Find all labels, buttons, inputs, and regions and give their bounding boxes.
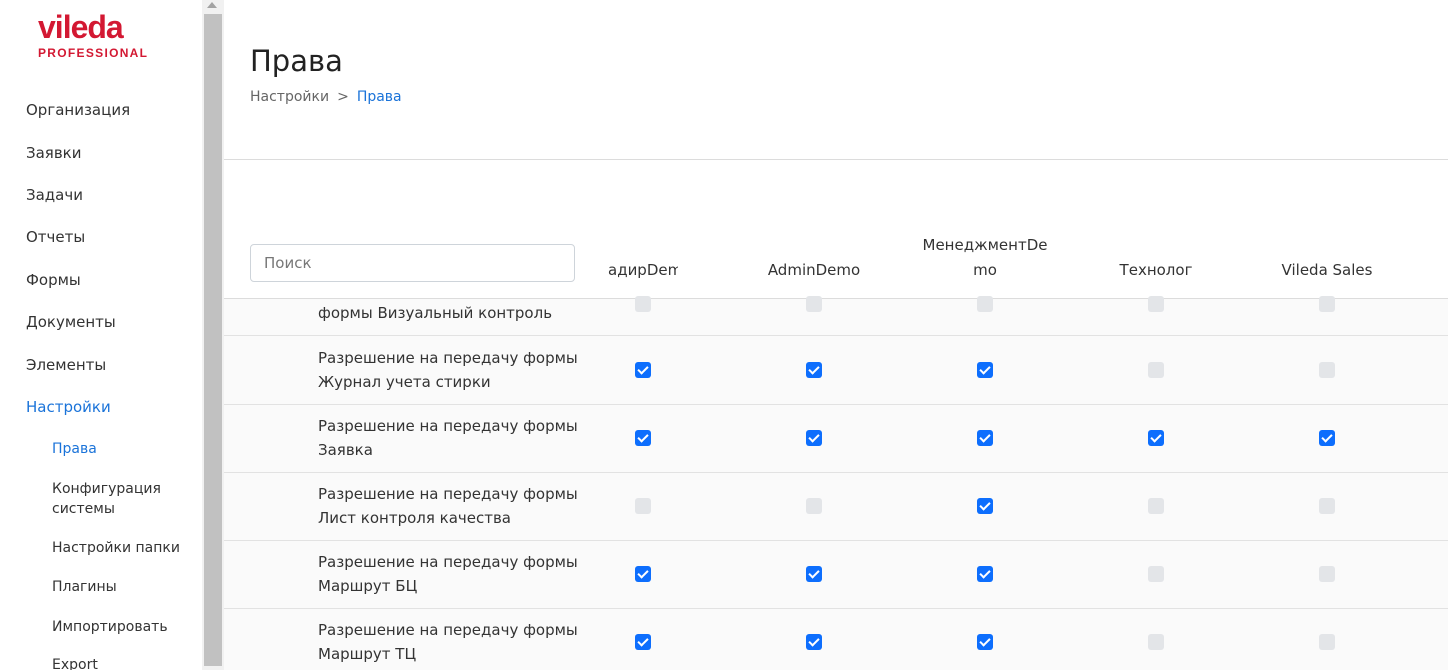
permission-label: Разрешение на передачу формы Лист контро…	[318, 485, 578, 527]
sidebar-item-settings[interactable]: Настройки	[26, 398, 111, 416]
sidebar-item-forms[interactable]: Формы	[26, 271, 81, 289]
sidebar-subitem-rights[interactable]: Права	[52, 439, 192, 459]
permission-label: Разрешение на передачу формы Маршрут БЦ	[318, 553, 578, 595]
logo-brand: vileda	[38, 9, 124, 45]
table-row: формы Визуальный контроль	[224, 296, 1448, 336]
permission-checkbox[interactable]	[806, 566, 822, 582]
column-header-technologist: Технолог	[1119, 261, 1193, 279]
column-header-director-demo: адирDemo	[608, 261, 678, 279]
permission-checkbox[interactable]	[1148, 566, 1164, 582]
permission-checkbox[interactable]	[977, 566, 993, 582]
permission-checkbox[interactable]	[635, 362, 651, 378]
main-content: Права Настройки > Права адирDemo AdminDemo…	[224, 0, 1448, 670]
permission-checkbox[interactable]	[1148, 362, 1164, 378]
sidebar-subitem-system-config[interactable]: Конфигурация системы	[52, 479, 192, 519]
sidebar-item-reports[interactable]: Отчеты	[26, 228, 85, 246]
table-row: Разрешение на передачу формы Маршрут ТЦ	[224, 609, 1448, 670]
breadcrumb-parent[interactable]: Настройки	[250, 89, 329, 105]
search-input[interactable]	[250, 244, 575, 282]
sidebar-item-documents[interactable]: Документы	[26, 313, 116, 331]
permission-checkbox[interactable]	[635, 566, 651, 582]
table-row: Разрешение на передачу формы Лист контро…	[224, 473, 1448, 541]
permission-label: Разрешение на передачу формы Заявка	[318, 417, 578, 459]
logo-sub: PROFESSIONAL	[38, 46, 149, 60]
permission-checkbox[interactable]	[977, 498, 993, 514]
permission-checkbox[interactable]	[1319, 566, 1335, 582]
permission-checkbox[interactable]	[977, 634, 993, 650]
permission-checkbox[interactable]	[1319, 296, 1335, 312]
permission-checkbox[interactable]	[1319, 362, 1335, 378]
sidebar-subitem-export[interactable]: Export	[52, 655, 192, 670]
sidebar-subitem-import[interactable]: Импортировать	[52, 617, 192, 637]
sidebar: vileda PROFESSIONAL Организация Заявки З…	[0, 0, 202, 670]
breadcrumb-separator: >	[337, 89, 349, 105]
permission-checkbox[interactable]	[1148, 430, 1164, 446]
sidebar-subitem-plugins[interactable]: Плагины	[52, 577, 192, 597]
breadcrumb-current: Права	[356, 89, 402, 105]
sidebar-item-elements[interactable]: Элементы	[26, 356, 106, 374]
permission-checkbox[interactable]	[1319, 498, 1335, 514]
vileda-logo[interactable]: vileda PROFESSIONAL	[38, 10, 166, 70]
permission-checkbox[interactable]	[806, 430, 822, 446]
permission-label: Разрешение на передачу формы Маршрут ТЦ	[318, 621, 578, 663]
permission-label: Разрешение на передачу формы Журнал учет…	[318, 349, 578, 391]
page-title: Права	[250, 44, 343, 78]
permission-checkbox[interactable]	[635, 498, 651, 514]
permission-checkbox[interactable]	[635, 634, 651, 650]
table-row: Разрешение на передачу формы Заявка	[224, 405, 1448, 473]
sidebar-item-requests[interactable]: Заявки	[26, 144, 81, 162]
scroll-up-arrow-icon[interactable]	[207, 2, 217, 8]
permission-label: формы Визуальный контроль	[318, 304, 553, 322]
permission-checkbox[interactable]	[806, 362, 822, 378]
table-row: Разрешение на передачу формы Журнал учет…	[224, 336, 1448, 405]
permission-checkbox[interactable]	[977, 430, 993, 446]
table-row: Разрешение на передачу формы Маршрут БЦ	[224, 541, 1448, 609]
permission-checkbox[interactable]	[806, 296, 822, 312]
column-header-admin-demo: AdminDemo	[767, 261, 861, 279]
permission-checkbox[interactable]	[1319, 634, 1335, 650]
permission-checkbox[interactable]	[977, 296, 993, 312]
sidebar-item-organization[interactable]: Организация	[26, 101, 130, 119]
column-header-vileda-sales: Vileda Sales	[1281, 261, 1373, 279]
permission-checkbox[interactable]	[1148, 296, 1164, 312]
permission-checkbox[interactable]	[635, 296, 651, 312]
sidebar-scrollbar-thumb[interactable]	[204, 14, 222, 666]
sidebar-subitem-folder-settings[interactable]: Настройки папки	[52, 538, 192, 558]
column-header-management-demo: МенеджментDe mo	[922, 236, 1048, 279]
permission-checkbox[interactable]	[1319, 430, 1335, 446]
permission-checkbox[interactable]	[635, 430, 651, 446]
permission-checkbox[interactable]	[806, 634, 822, 650]
header-divider	[224, 159, 1448, 160]
sidebar-item-tasks[interactable]: Задачи	[26, 186, 83, 204]
permission-checkbox[interactable]	[1148, 634, 1164, 650]
permission-checkbox[interactable]	[977, 362, 993, 378]
breadcrumb: Настройки > Права	[250, 89, 402, 105]
permission-checkbox[interactable]	[1148, 498, 1164, 514]
permission-checkbox[interactable]	[806, 498, 822, 514]
